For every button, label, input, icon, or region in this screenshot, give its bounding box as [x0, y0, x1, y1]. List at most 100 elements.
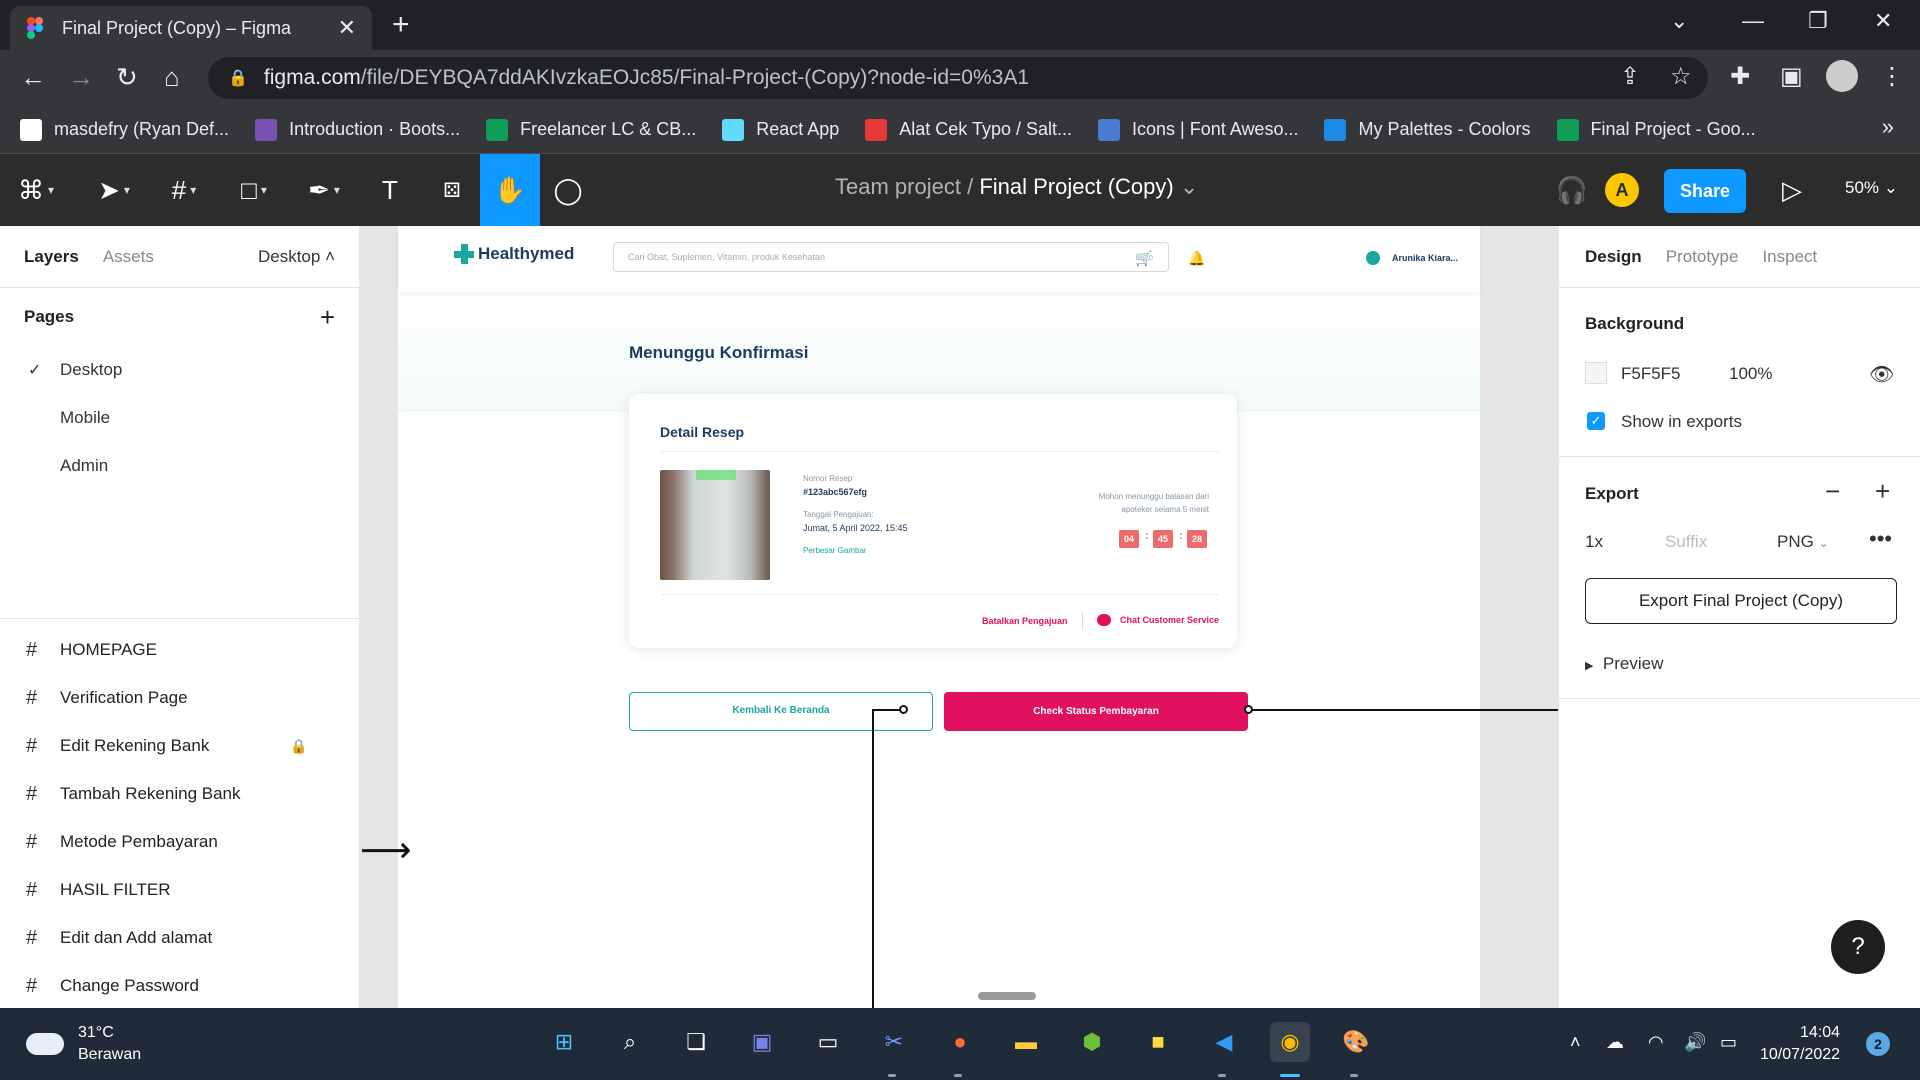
bookmark-item[interactable]: My Palettes - Coolors: [1324, 118, 1531, 141]
bookmark-item[interactable]: masdefry (Ryan Def...: [20, 118, 229, 141]
layer-frame-item[interactable]: # HOMEPAGE: [0, 626, 360, 674]
layer-frame-item[interactable]: # Verification Page: [0, 674, 360, 722]
tab-search-icon[interactable]: ⌄: [1670, 8, 1688, 34]
paint-icon[interactable]: 🎨: [1336, 1022, 1376, 1062]
sticky-notes-icon[interactable]: ■: [1138, 1022, 1178, 1062]
system-clock[interactable]: 14:04 10/07/2022: [1760, 1022, 1840, 1066]
back-icon[interactable]: ←: [20, 62, 46, 92]
bookmark-item[interactable]: Alat Cek Typo / Salt...: [865, 118, 1072, 141]
frame-tool-icon[interactable]: # ▾: [156, 154, 212, 226]
node-icon[interactable]: ⬢: [1072, 1022, 1112, 1062]
bell-icon[interactable]: 🔔: [1188, 250, 1205, 267]
bookmarks-overflow-icon[interactable]: »: [1882, 114, 1894, 140]
share-button[interactable]: Share: [1664, 169, 1746, 213]
add-export-icon[interactable]: +: [1875, 476, 1890, 507]
bookmark-item[interactable]: Final Project - Goo...: [1556, 118, 1756, 141]
bookmark-item[interactable]: Freelancer LC & CB...: [486, 118, 696, 141]
share-page-icon[interactable]: ⇪: [1620, 62, 1640, 91]
cart-icon[interactable]: 🛒: [1135, 250, 1152, 267]
site-search-input[interactable]: Cari Obat, Suplemen, Vitamin, produk Kes…: [613, 242, 1169, 272]
layer-frame-item[interactable]: # Edit dan Add alamat: [0, 914, 360, 962]
tab-prototype[interactable]: Prototype: [1666, 247, 1739, 267]
hand-tool-icon[interactable]: ✋: [480, 154, 540, 226]
export-format-select[interactable]: PNG ⌄: [1777, 532, 1829, 552]
add-page-icon[interactable]: +: [320, 302, 335, 333]
new-tab-button[interactable]: +: [392, 10, 410, 40]
tray-overflow-icon[interactable]: ˄: [1570, 1032, 1581, 1053]
prototype-connector-handle[interactable]: [899, 705, 908, 714]
bookmark-item[interactable]: React App: [722, 118, 839, 141]
profile-avatar[interactable]: [1826, 60, 1858, 92]
export-button[interactable]: Export Final Project (Copy): [1585, 578, 1897, 624]
windows-start-icon[interactable]: ⊞: [544, 1022, 584, 1062]
eye-visibility-icon[interactable]: 👁: [1869, 362, 1894, 387]
bookmark-item[interactable]: Introduction · Boots...: [255, 118, 460, 141]
bookmark-item[interactable]: Icons | Font Aweso...: [1098, 118, 1298, 141]
search-icon[interactable]: ⌕: [610, 1022, 650, 1062]
background-hex-input[interactable]: F5F5F5: [1621, 364, 1681, 384]
check-payment-button[interactable]: Check Status Pembayaran: [944, 692, 1248, 731]
browser-tab-active[interactable]: Final Project (Copy) – Figma ✕: [10, 6, 372, 50]
reload-icon[interactable]: ↻: [116, 62, 138, 92]
snipping-tool-icon[interactable]: ✂: [874, 1022, 914, 1062]
forward-icon[interactable]: →: [68, 62, 94, 92]
bookmark-star-icon[interactable]: ☆: [1670, 62, 1692, 91]
audio-headphones-icon[interactable]: 🎧: [1552, 154, 1592, 226]
pen-tool-icon[interactable]: ✒ ▾: [296, 154, 352, 226]
address-bar[interactable]: 🔒 figma.com /file/DEYBQA7ddAKIvzkaEOJc85…: [208, 57, 1708, 99]
task-view-icon[interactable]: ❏: [676, 1022, 716, 1062]
cancel-submission-link[interactable]: Batalkan Pengajuan: [982, 616, 1068, 626]
preview-toggle[interactable]: ▶ Preview: [1585, 654, 1663, 674]
page-item[interactable]: Admin: [0, 442, 359, 490]
figma-main-menu-icon[interactable]: ⌘ ▾: [8, 154, 64, 226]
tab-assets[interactable]: Assets: [103, 247, 154, 267]
help-button[interactable]: ?: [1831, 920, 1885, 974]
project-breadcrumb[interactable]: Team project / Final Project (Copy) ⌄: [835, 174, 1198, 200]
comment-tool-icon[interactable]: ◯: [544, 154, 592, 226]
layer-frame-item[interactable]: # HASIL FILTER: [0, 866, 360, 914]
page-item[interactable]: ✓ Desktop: [0, 346, 359, 394]
vscode-icon[interactable]: ◀: [1204, 1022, 1244, 1062]
enlarge-image-link[interactable]: Perbesar Gambar: [803, 546, 867, 555]
lock-icon[interactable]: 🔒: [290, 738, 307, 755]
chat-cs-link[interactable]: Chat Customer Service: [1097, 614, 1219, 626]
export-suffix-input[interactable]: Suffix: [1665, 532, 1707, 552]
move-tool-icon[interactable]: ➤ ▾: [86, 154, 142, 226]
back-home-button[interactable]: Kembali Ke Beranda: [629, 692, 933, 731]
user-avatar[interactable]: A: [1605, 173, 1639, 207]
home-icon[interactable]: ⌂: [164, 62, 180, 92]
page-dropdown[interactable]: Desktop ˄: [258, 247, 335, 267]
present-play-icon[interactable]: ▷: [1772, 154, 1812, 226]
tab-layers[interactable]: Layers: [24, 247, 79, 267]
onedrive-icon[interactable]: ☁: [1606, 1032, 1624, 1053]
export-settings-more-icon[interactable]: •••: [1869, 526, 1892, 552]
desktop-frame[interactable]: Healthymed Cari Obat, Suplemen, Vitamin,…: [398, 226, 1480, 1008]
postman-icon[interactable]: ●: [940, 1022, 980, 1062]
shape-tool-icon[interactable]: □ ▾: [226, 154, 282, 226]
close-window-icon[interactable]: ✕: [1874, 8, 1892, 34]
remove-export-icon[interactable]: −: [1825, 476, 1840, 507]
layer-frame-item[interactable]: # Tambah Rekening Bank: [0, 770, 360, 818]
close-tab-icon[interactable]: ✕: [338, 15, 356, 41]
chrome-menu-icon[interactable]: ⋮: [1880, 62, 1904, 91]
file-explorer-icon[interactable]: ▬: [1006, 1022, 1046, 1062]
tab-inspect[interactable]: Inspect: [1762, 247, 1817, 267]
figma-canvas[interactable]: Healthymed Cari Obat, Suplemen, Vitamin,…: [360, 226, 1558, 1008]
export-scale-select[interactable]: 1x: [1585, 532, 1603, 552]
prescription-photo[interactable]: [660, 470, 770, 580]
background-opacity-input[interactable]: 100%: [1729, 364, 1772, 384]
page-item[interactable]: Mobile: [0, 394, 359, 442]
minimize-icon[interactable]: —: [1742, 8, 1764, 34]
battery-icon[interactable]: ▭: [1720, 1032, 1737, 1053]
weather-widget[interactable]: 31°C Berawan: [26, 1022, 141, 1066]
text-tool-icon[interactable]: T: [366, 154, 414, 226]
layer-frame-item[interactable]: # Metode Pembayaran: [0, 818, 360, 866]
chrome-icon[interactable]: ◉: [1270, 1022, 1310, 1062]
wifi-icon[interactable]: ◠: [1648, 1032, 1664, 1053]
show-in-exports-checkbox[interactable]: ✓: [1587, 412, 1605, 430]
tab-design[interactable]: Design: [1585, 247, 1642, 267]
zoom-dropdown[interactable]: 50% ⌄: [1845, 178, 1898, 198]
horizontal-scrollbar[interactable]: [978, 992, 1036, 1000]
terminal-icon[interactable]: ▭: [808, 1022, 848, 1062]
side-panel-icon[interactable]: ▣: [1780, 62, 1803, 91]
